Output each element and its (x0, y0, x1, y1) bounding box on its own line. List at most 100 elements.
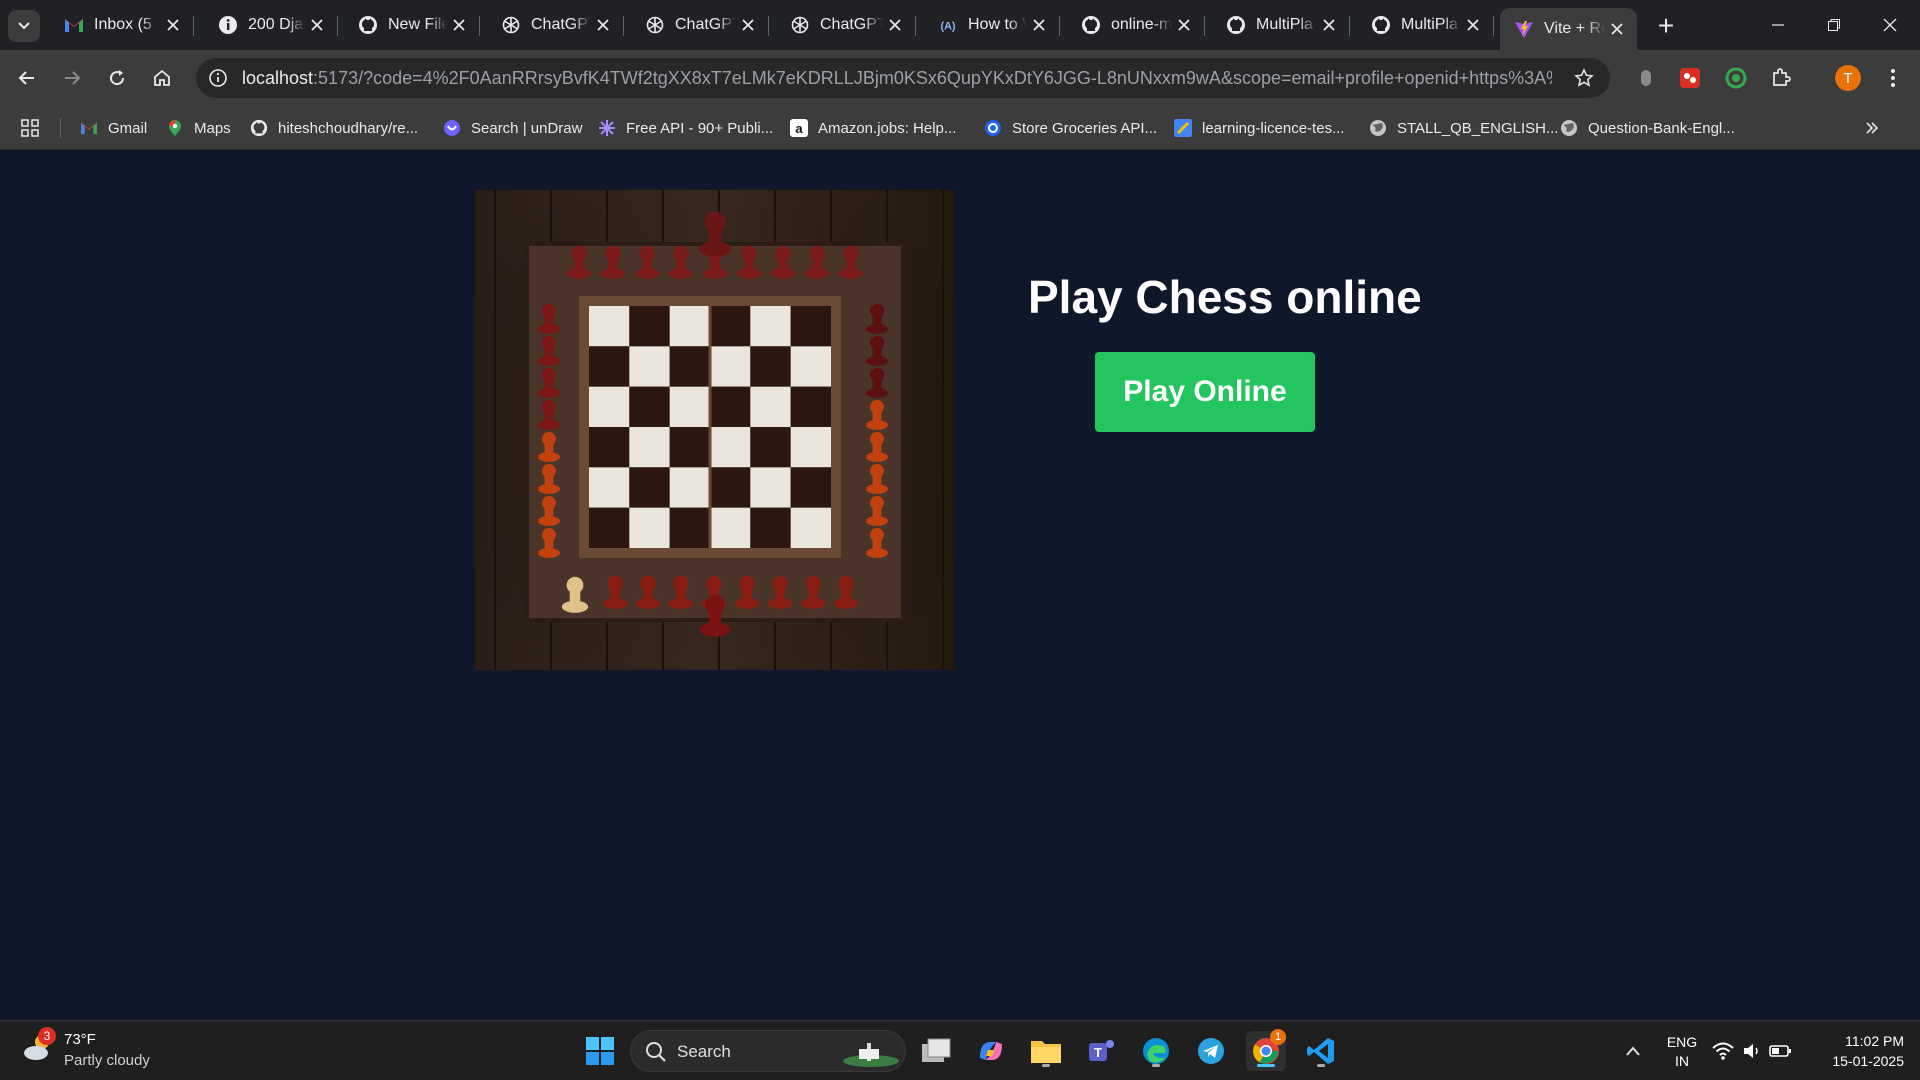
running-indicator (1042, 1064, 1050, 1067)
github-icon (358, 15, 378, 35)
extension-mouse-icon[interactable] (1630, 62, 1662, 94)
close-tab-button[interactable] (1461, 13, 1485, 37)
site-info-icon[interactable] (206, 66, 230, 90)
new-tab-button[interactable]: + (1650, 10, 1682, 42)
browser-tab[interactable]: MultiPla (1357, 8, 1494, 42)
board-square (629, 386, 670, 427)
edge-button[interactable] (1136, 1031, 1176, 1071)
maps-pin-icon (166, 119, 184, 137)
start-button[interactable] (580, 1031, 620, 1071)
browser-tab[interactable]: ChatGPT (631, 8, 769, 42)
close-tab-button[interactable] (305, 13, 329, 37)
chrome-badge: 1 (1270, 1029, 1286, 1045)
weather-badge: 3 (38, 1027, 56, 1045)
weather-widget[interactable]: 3 (22, 1027, 62, 1071)
teams-button[interactable]: T (1081, 1031, 1121, 1071)
windows-taskbar: 3 73°F Partly cloudy Search T 1 ENG IN 1… (0, 1020, 1920, 1080)
home-button[interactable] (144, 60, 180, 96)
board-square (669, 467, 710, 508)
system-tray-quick-settings[interactable] (1707, 1031, 1797, 1071)
browser-tab[interactable]: online-m (1067, 8, 1205, 42)
back-button[interactable] (9, 60, 45, 96)
browser-tab[interactable]: ChatGPT (487, 8, 624, 42)
running-indicator (1152, 1064, 1160, 1067)
extensions-puzzle-icon[interactable] (1765, 62, 1797, 94)
copilot-button[interactable] (971, 1031, 1011, 1071)
arrow-left-icon (18, 71, 34, 85)
language-region: IN (1675, 1053, 1689, 1069)
edge-icon (1143, 1038, 1169, 1064)
close-tab-button[interactable] (1027, 13, 1051, 37)
svg-text:T: T (1094, 1045, 1102, 1060)
restore-button[interactable] (1806, 0, 1862, 50)
restore-icon (1828, 19, 1840, 31)
close-tab-button[interactable] (1317, 13, 1341, 37)
clock[interactable]: 11:02 PM 15-01-2025 (1800, 1031, 1904, 1071)
bookmark-item[interactable]: hiteshchoudhary/re... (250, 116, 418, 140)
file-explorer-button[interactable] (1026, 1031, 1066, 1071)
page-title: Play Chess online (1028, 271, 1422, 323)
show-hidden-icons-button[interactable] (1613, 1031, 1653, 1071)
board-square (790, 346, 831, 387)
browser-tab[interactable]: ChatGPT (776, 8, 916, 42)
extension-red-icon[interactable] (1674, 62, 1706, 94)
browser-tab[interactable]: New File (344, 8, 480, 42)
board-square (669, 507, 710, 548)
task-view-button[interactable] (916, 1031, 956, 1071)
taskbar-search[interactable]: Search (630, 1030, 906, 1072)
close-tab-button[interactable] (1172, 13, 1196, 37)
bookmark-item[interactable]: Store Groceries API... (984, 116, 1157, 140)
tab-search-button[interactable] (8, 10, 40, 42)
bookmark-item[interactable]: Maps (166, 116, 231, 140)
bookmark-item[interactable]: STALL_QB_ENGLISH... (1369, 116, 1558, 140)
github-icon (1371, 15, 1391, 35)
vscode-button[interactable] (1301, 1031, 1341, 1071)
bookmark-item[interactable]: Search | unDraw (443, 116, 582, 140)
clock-date: 15-01-2025 (1832, 1053, 1904, 1069)
telegram-button[interactable] (1191, 1031, 1231, 1071)
close-window-button[interactable] (1862, 0, 1918, 50)
profile-avatar[interactable]: T (1835, 65, 1861, 91)
bookmarks-divider (60, 118, 61, 138)
browser-tab[interactable]: (A) How to V (924, 8, 1060, 42)
address-bar[interactable]: localhost:5173/?code=4%2F0AanRRrsyBvfK4T… (196, 58, 1610, 98)
board-square (710, 427, 751, 468)
close-icon (167, 19, 179, 31)
language-indicator[interactable]: ENG IN (1664, 1033, 1700, 1071)
bookmark-item[interactable]: a Amazon.jobs: Help... (790, 116, 956, 140)
tab-title: online-m (1111, 16, 1172, 33)
reload-button[interactable] (99, 60, 135, 96)
close-tab-button[interactable] (161, 13, 185, 37)
tab-title: MultiPla (1256, 16, 1313, 33)
close-tab-button[interactable] (1605, 17, 1629, 41)
more-bookmarks-button[interactable] (1864, 116, 1880, 140)
bookmark-item[interactable]: Gmail (80, 116, 147, 140)
apps-button[interactable] (20, 116, 40, 140)
bookmark-item[interactable]: Free API - 90+ Publi... (598, 116, 773, 140)
forward-button[interactable] (54, 60, 90, 96)
browser-tab[interactable]: Vite + Re (1500, 8, 1637, 50)
browser-tab[interactable]: Inbox (5 (50, 8, 194, 42)
chrome-button[interactable]: 1 (1246, 1029, 1286, 1071)
board-square (710, 386, 751, 427)
bookmark-item[interactable]: Question-Bank-Engl... (1560, 116, 1735, 140)
bookmark-star-icon[interactable] (1572, 66, 1596, 90)
chrome-menu-icon[interactable] (1877, 62, 1909, 94)
play-online-button[interactable]: Play Online (1095, 352, 1315, 432)
close-tab-button[interactable] (883, 13, 907, 37)
gmail-icon (80, 119, 98, 137)
windows-logo-icon (586, 1037, 614, 1065)
close-icon (742, 19, 754, 31)
bookmark-item[interactable]: learning-licence-tes... (1174, 116, 1345, 140)
github-icon (250, 119, 268, 137)
browser-tab[interactable]: 200 Djan (204, 8, 338, 42)
close-tab-button[interactable] (591, 13, 615, 37)
extension-green-ring-icon[interactable] (1720, 62, 1752, 94)
browser-tab[interactable]: MultiPla (1212, 8, 1350, 42)
close-tab-button[interactable] (447, 13, 471, 37)
url-text[interactable]: localhost:5173/?code=4%2F0AanRRrsyBvfK4T… (242, 68, 1552, 89)
board-square (669, 386, 710, 427)
minimize-button[interactable] (1750, 0, 1806, 50)
bookmark-label: Store Groceries API... (1012, 119, 1158, 137)
close-tab-button[interactable] (736, 13, 760, 37)
